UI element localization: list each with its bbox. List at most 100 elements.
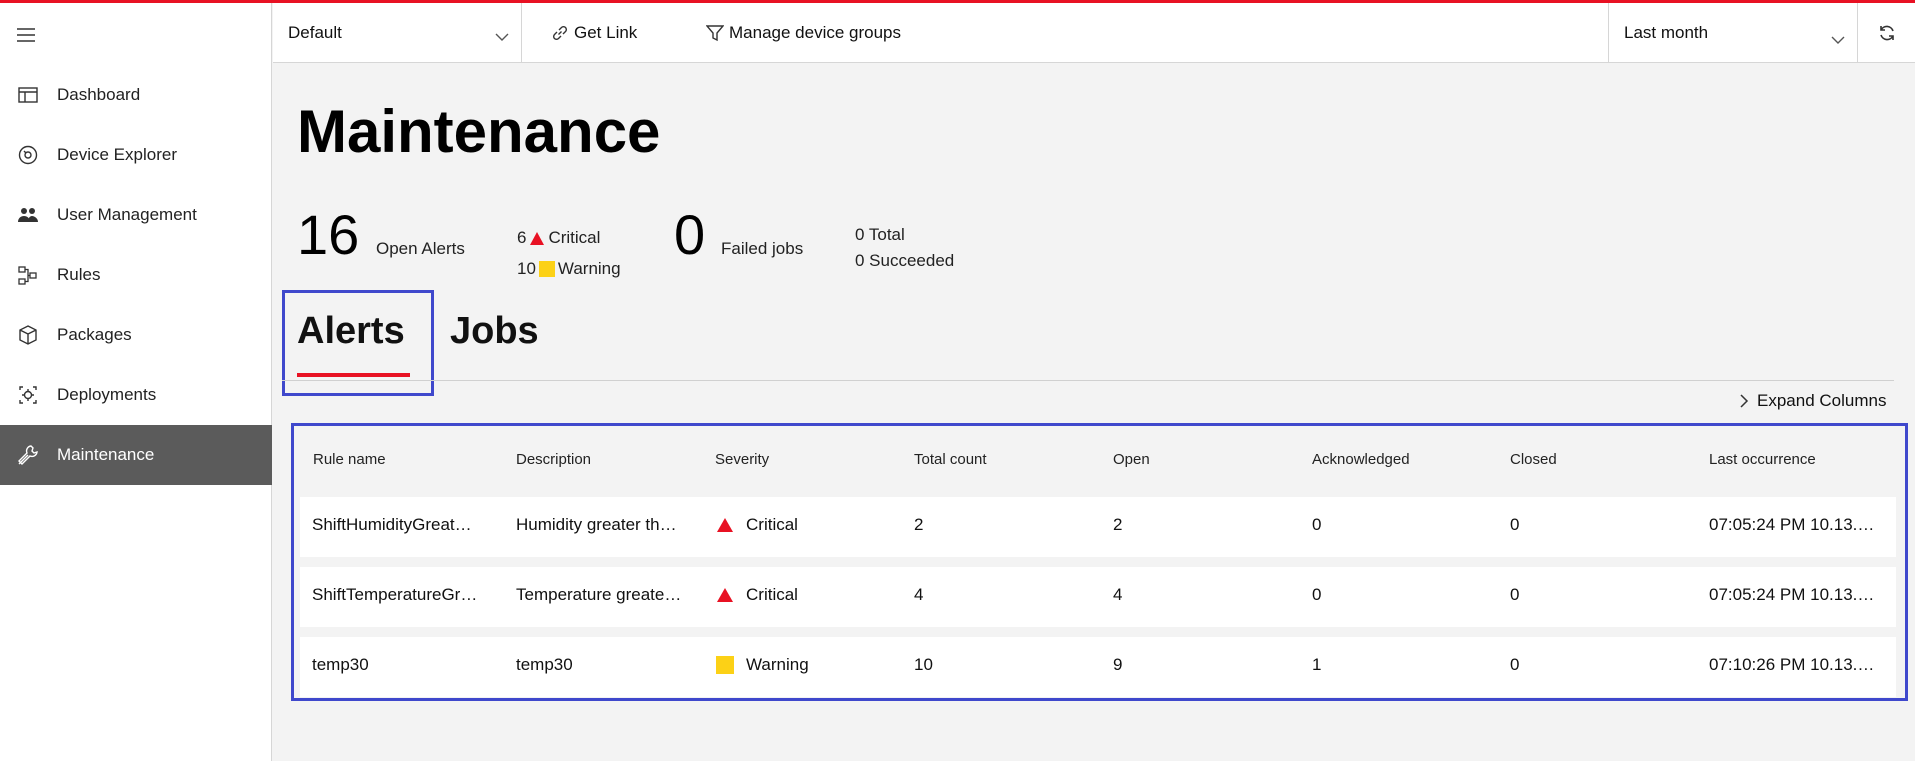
sidebar-item-label: Packages xyxy=(57,325,132,344)
chevron-right-icon xyxy=(1740,394,1749,408)
critical-triangle-icon xyxy=(530,231,545,245)
page-title: Maintenance xyxy=(297,98,661,165)
sidebar-item-user-management[interactable]: User Management xyxy=(0,185,272,245)
maintenance-icon xyxy=(16,443,40,467)
table-row[interactable]: ShiftTemperatureGr… Temperature greate… … xyxy=(300,567,1896,627)
sidebar-item-deployments[interactable]: Deployments xyxy=(0,365,272,425)
column-header-rule-name[interactable]: Rule name xyxy=(313,451,386,468)
sidebar-item-label: Deployments xyxy=(57,385,157,404)
sidebar-item-dashboard[interactable]: Dashboard xyxy=(0,65,272,125)
sidebar-item-rules[interactable]: Rules xyxy=(0,245,272,305)
cell-closed: 0 xyxy=(1510,585,1520,604)
cell-severity: Warning xyxy=(715,655,895,675)
time-range-select[interactable]: Last month xyxy=(1608,3,1858,63)
critical-summary: 6 Critical xyxy=(517,228,600,248)
sidebar-item-label: Dashboard xyxy=(57,85,141,104)
device-group-select[interactable]: Default xyxy=(273,3,522,63)
cell-open: 2 xyxy=(1113,515,1123,534)
cell-acknowledged: 1 xyxy=(1312,655,1322,674)
sidebar-item-maintenance[interactable]: Maintenance xyxy=(0,425,272,485)
sidebar-nav: Dashboard Device Explorer User Managemen… xyxy=(0,65,272,485)
column-header-open[interactable]: Open xyxy=(1113,451,1150,468)
column-header-total-count[interactable]: Total count xyxy=(914,451,987,468)
cell-last-occurrence: 07:05:24 PM 10.13.… xyxy=(1709,515,1875,534)
severity-label: Critical xyxy=(746,585,798,604)
cell-rule-name: temp30 xyxy=(312,655,369,674)
device-group-value: Default xyxy=(288,23,342,42)
column-header-closed[interactable]: Closed xyxy=(1510,451,1557,468)
alerts-table: Rule name Description Severity Total cou… xyxy=(291,423,1908,701)
column-header-last-occurrence[interactable]: Last occurrence xyxy=(1709,451,1816,468)
top-bar: Default Get Link Manage device groups La… xyxy=(273,3,1915,63)
get-link-button[interactable]: Get Link xyxy=(551,3,637,63)
cell-total-count: 2 xyxy=(914,515,924,534)
expand-columns-label: Expand Columns xyxy=(1757,391,1887,410)
table-row[interactable]: ShiftHumidityGreat… Humidity greater th…… xyxy=(300,497,1896,557)
failed-jobs-label: Failed jobs xyxy=(721,239,804,258)
table-row[interactable]: temp30 temp30 Warning 10 9 1 0 07:10:26 … xyxy=(300,637,1896,697)
cell-rule-name: ShiftHumidityGreat… xyxy=(312,515,472,534)
hamburger-menu-icon[interactable] xyxy=(16,25,36,45)
users-icon xyxy=(16,203,40,227)
column-header-description[interactable]: Description xyxy=(516,451,591,468)
jobs-total: 0 Total xyxy=(855,225,905,244)
cell-severity: Critical xyxy=(715,515,895,535)
expand-columns-button[interactable]: Expand Columns xyxy=(1740,390,1886,412)
critical-triangle-icon xyxy=(715,515,735,535)
deployments-icon xyxy=(16,383,40,407)
cell-total-count: 10 xyxy=(914,655,933,674)
sidebar-item-label: Maintenance xyxy=(57,445,155,464)
cell-severity: Critical xyxy=(715,585,895,605)
cell-description: temp30 xyxy=(516,655,573,674)
critical-triangle-icon xyxy=(715,585,735,605)
tab-divider xyxy=(282,380,1894,381)
device-explorer-icon xyxy=(16,143,40,167)
cell-closed: 0 xyxy=(1510,515,1520,534)
cell-open: 4 xyxy=(1113,585,1123,604)
warning-count: 10 xyxy=(517,259,536,278)
warning-label: Warning xyxy=(557,259,621,278)
cell-description: Temperature greate… xyxy=(516,585,682,604)
tab-jobs[interactable]: Jobs xyxy=(450,310,539,353)
chevron-down-icon xyxy=(1831,30,1845,50)
manage-device-groups-label: Manage device groups xyxy=(729,23,902,42)
open-alerts-count: 16 xyxy=(297,203,360,266)
open-alerts-label: Open Alerts xyxy=(376,239,465,258)
critical-label: Critical xyxy=(548,228,601,247)
cell-description: Humidity greater th… xyxy=(516,515,677,534)
sidebar-item-label: Device Explorer xyxy=(57,145,177,164)
cell-open: 9 xyxy=(1113,655,1123,674)
column-header-severity[interactable]: Severity xyxy=(715,451,769,468)
column-header-acknowledged[interactable]: Acknowledged xyxy=(1312,451,1410,468)
warning-summary: 10 Warning xyxy=(517,259,621,279)
cell-last-occurrence: 07:05:24 PM 10.13.… xyxy=(1709,585,1875,604)
severity-label: Warning xyxy=(746,655,809,674)
cell-total-count: 4 xyxy=(914,585,924,604)
sidebar-item-packages[interactable]: Packages xyxy=(0,305,272,365)
sidebar-item-device-explorer[interactable]: Device Explorer xyxy=(0,125,272,185)
refresh-button[interactable] xyxy=(1859,3,1915,63)
filter-icon xyxy=(706,25,724,42)
time-range-value: Last month xyxy=(1624,23,1709,42)
chevron-down-icon xyxy=(495,27,509,47)
cell-last-occurrence: 07:10:26 PM 10.13.… xyxy=(1709,655,1875,674)
cell-closed: 0 xyxy=(1510,655,1520,674)
warning-square-icon xyxy=(715,655,735,675)
table-header: Rule name Description Severity Total cou… xyxy=(294,426,1905,491)
dashboard-icon xyxy=(16,83,40,107)
failed-jobs-count: 0 xyxy=(674,203,706,266)
critical-count: 6 xyxy=(517,228,527,247)
get-link-label: Get Link xyxy=(574,23,638,42)
manage-device-groups-button[interactable]: Manage device groups xyxy=(706,3,901,63)
rules-icon xyxy=(16,263,40,287)
cell-acknowledged: 0 xyxy=(1312,585,1322,604)
sidebar-item-label: Rules xyxy=(57,265,101,284)
cell-rule-name: ShiftTemperatureGr… xyxy=(312,585,478,604)
sidebar: Dashboard Device Explorer User Managemen… xyxy=(0,3,272,761)
warning-square-icon xyxy=(538,261,555,277)
refresh-icon xyxy=(1880,25,1894,41)
package-icon xyxy=(16,323,40,347)
severity-label: Critical xyxy=(746,515,798,534)
link-icon xyxy=(552,25,568,41)
jobs-succeeded: 0 Succeeded xyxy=(855,251,955,270)
